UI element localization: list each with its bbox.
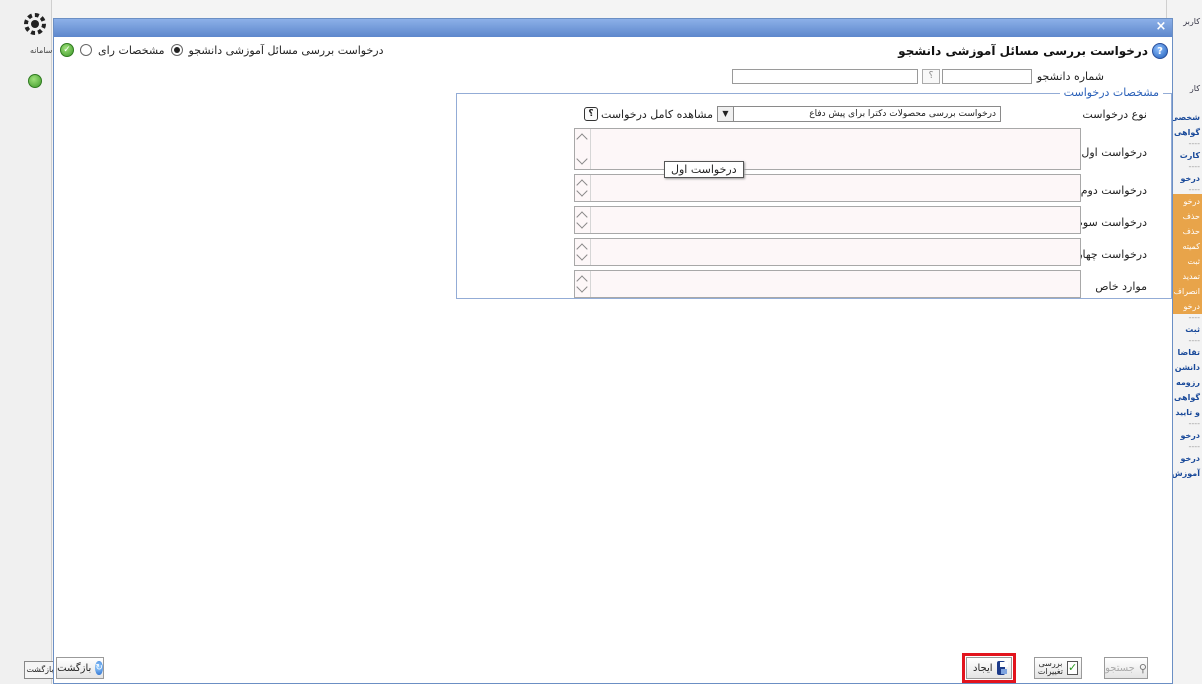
chevron-up-icon[interactable]	[576, 133, 588, 145]
radio-label-student-request: درخواست بررسی مسائل آموزشی دانشجو	[188, 43, 384, 57]
confirm-check-icon[interactable]: ✓	[60, 43, 74, 57]
background-check-icon	[28, 74, 42, 88]
request-details-fieldset: مشخصات درخواست نوع درخواست درخواست بررسی…	[456, 86, 1172, 299]
outer-back-button[interactable]: بازگشت	[24, 661, 56, 679]
radio-student-request[interactable]	[170, 44, 183, 56]
student-lookup-button[interactable]: ؟	[922, 69, 940, 84]
dialog-footer: ایجاد بررسی تغییرات ✓ جستجو ⚲ بازگشت ↻	[54, 653, 1172, 683]
request-type-label: نوع درخواست	[1082, 108, 1147, 121]
full-request-view-label: مشاهده کامل درخواست	[601, 107, 713, 121]
search-button[interactable]: جستجو ⚲	[1104, 657, 1148, 679]
review-changes-button[interactable]: بررسی تغییرات ✓	[1034, 657, 1082, 679]
dialog-header: ? درخواست بررسی مسائل آموزشی دانشجو درخو…	[54, 41, 1172, 61]
search-button-label: جستجو	[1105, 662, 1135, 674]
request-type-value: درخواست بررسی محصولات دکترا برای پیش دفا…	[809, 109, 996, 119]
create-button-label: ایجاد	[973, 662, 993, 674]
request-second-textarea[interactable]	[574, 174, 1081, 202]
close-icon[interactable]: ×	[1154, 20, 1168, 34]
question-icon[interactable]: ؟	[584, 107, 599, 121]
view-radio-group: درخواست بررسی مسائل آموزشی دانشجو مشخصات…	[60, 43, 384, 57]
textarea-scrollbar[interactable]	[575, 239, 591, 265]
tooltip: درخواست اول	[664, 161, 744, 178]
textarea-scrollbar[interactable]	[575, 129, 591, 169]
special-cases-textarea[interactable]	[574, 270, 1081, 298]
binoculars-icon: ⚲	[1138, 661, 1147, 675]
textarea-scrollbar[interactable]	[575, 207, 591, 233]
checkmark-icon: ✓	[1066, 661, 1079, 675]
student-number-row: شماره دانشجو ؟	[692, 69, 1172, 87]
textarea-scrollbar[interactable]	[575, 271, 591, 297]
textarea-scrollbar[interactable]	[575, 175, 591, 201]
full-request-view[interactable]: مشاهده کامل درخواست ؟	[584, 107, 713, 121]
back-button-label: بازگشت	[57, 662, 92, 674]
request-fourth-textarea[interactable]	[574, 238, 1081, 266]
dialog-title: ? درخواست بررسی مسائل آموزشی دانشجو	[898, 43, 1168, 59]
screen: سامانه بازگشت کاربر کار شخصی گواهی ---- …	[0, 0, 1202, 684]
special-cases-label: موارد خاص	[1095, 280, 1147, 293]
dialog-title-text: درخواست بررسی مسائل آموزشی دانشجو	[898, 44, 1148, 58]
request-type-select[interactable]: درخواست بررسی محصولات دکترا برای پیش دفا…	[717, 106, 1001, 122]
student-name-field	[732, 69, 918, 84]
fieldset-legend: مشخصات درخواست	[1059, 86, 1163, 99]
back-arrow-icon: ↻	[95, 661, 103, 675]
radio-verdict[interactable]	[80, 44, 92, 56]
request-first-label: درخواست اول	[1081, 146, 1147, 159]
review-changes-label: بررسی تغییرات	[1037, 659, 1063, 676]
back-button[interactable]: بازگشت ↻	[56, 657, 104, 679]
request-dialog: × ? درخواست بررسی مسائل آموزشی دانشجو در…	[53, 18, 1173, 684]
dialog-titlebar: ×	[54, 19, 1172, 37]
university-logo-icon	[24, 13, 46, 35]
create-button[interactable]: ایجاد	[962, 653, 1016, 683]
student-number-input[interactable]	[942, 69, 1032, 84]
request-fourth-label: درخواست چهارم	[1070, 248, 1147, 261]
request-third-label: درخواست سوم	[1076, 216, 1147, 229]
chevron-down-icon[interactable]	[576, 153, 588, 165]
request-third-textarea[interactable]	[574, 206, 1081, 234]
chevron-down-icon[interactable]: ▼	[718, 107, 734, 121]
help-icon[interactable]: ?	[1152, 43, 1168, 59]
request-second-label: درخواست دوم	[1080, 184, 1147, 197]
save-icon	[996, 661, 1009, 675]
background-left-panel: سامانه بازگشت	[0, 0, 56, 684]
logo-caption: سامانه	[30, 46, 53, 55]
student-number-label: شماره دانشجو	[1036, 70, 1104, 83]
request-first-textarea[interactable]	[574, 128, 1081, 170]
radio-label-verdict: مشخصات رای	[98, 43, 165, 57]
